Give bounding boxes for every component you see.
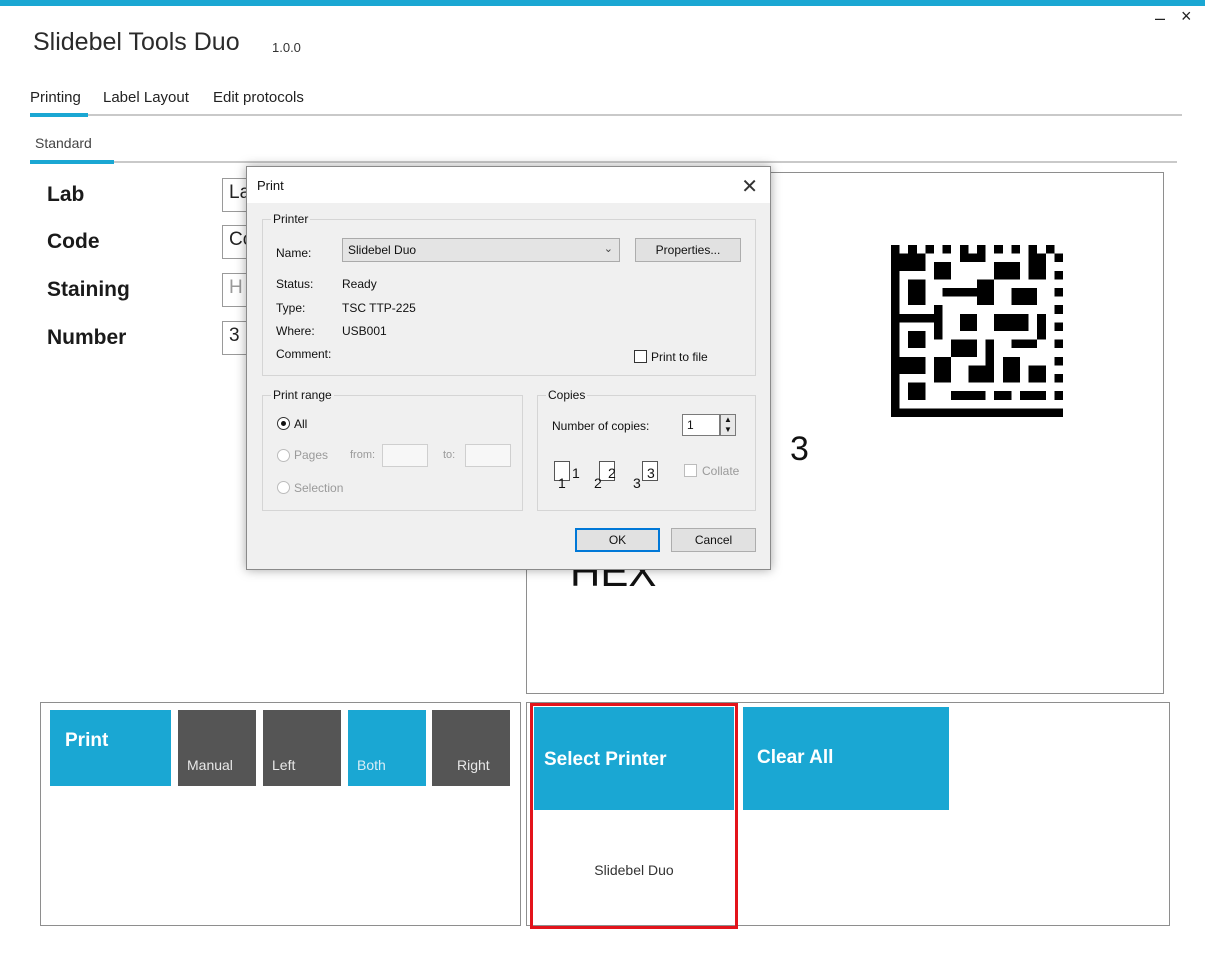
range-pages-radio[interactable] — [277, 449, 290, 462]
collate-num-2b: 2 — [608, 465, 616, 481]
mode-manual-label: Manual — [187, 757, 233, 773]
range-selection-label: Selection — [294, 481, 344, 495]
printer-group-label: Printer — [271, 212, 311, 226]
range-selection-radio[interactable] — [277, 481, 290, 494]
collate-num-1b: 1 — [572, 465, 580, 481]
copies-group: Copies — [537, 388, 756, 511]
collate-num-2a: 2 — [594, 475, 602, 491]
code-label: Code — [47, 230, 100, 253]
menu-printing[interactable]: Printing — [30, 89, 81, 106]
range-pages-label: Pages — [294, 448, 329, 462]
mode-both-button[interactable]: Both — [348, 710, 426, 786]
properties-button[interactable]: Properties... — [635, 238, 741, 262]
num-copies-input[interactable]: 1 — [682, 414, 720, 436]
range-to-input[interactable] — [465, 444, 511, 467]
subtab-active-indicator — [30, 160, 114, 164]
menu-active-indicator — [30, 113, 88, 117]
mode-both-label: Both — [357, 757, 386, 773]
staining-label: Staining — [47, 278, 130, 301]
printer-name-value: Slidebel Duo — [348, 243, 417, 257]
collate-label: Collate — [702, 464, 740, 478]
dialog-titlebar: Print ✕ — [247, 167, 770, 203]
subtab-divider — [30, 161, 1177, 163]
mode-left-label: Left — [272, 757, 296, 773]
menu-edit-protocols[interactable]: Edit protocols — [213, 89, 304, 106]
preview-number: 3 — [790, 430, 809, 468]
clear-all-button[interactable]: Clear All — [743, 707, 949, 810]
datamatrix-icon — [891, 245, 1063, 417]
print-to-file-checkbox[interactable] — [634, 350, 647, 363]
print-dialog: Print ✕ Printer Name: Slidebel Duo ⌄ Pro… — [246, 166, 771, 570]
print-to-file-label: Print to file — [651, 350, 708, 364]
chevron-down-icon: ⌄ — [603, 243, 613, 255]
mode-manual-button[interactable]: Manual — [178, 710, 256, 786]
collate-num-3b: 3 — [647, 465, 655, 481]
minimize-button[interactable]: – — [1155, 8, 1165, 29]
name-label: Name: — [276, 246, 312, 260]
tab-standard[interactable]: Standard — [35, 135, 92, 151]
app-version: 1.0.0 — [272, 40, 301, 55]
lab-label: Lab — [47, 183, 85, 206]
type-value: TSC TTP-225 — [342, 301, 416, 315]
dialog-close-icon[interactable]: ✕ — [741, 174, 758, 199]
print-range-label: Print range — [271, 388, 334, 402]
status-label: Status: — [276, 277, 314, 291]
printer-name-select[interactable]: Slidebel Duo ⌄ — [342, 238, 620, 262]
menu-divider — [30, 114, 1182, 116]
copies-spinner[interactable]: ▲ ▼ — [720, 414, 736, 436]
window-accent-bar — [0, 0, 1205, 6]
collate-checkbox[interactable] — [684, 464, 697, 477]
menu-label-layout[interactable]: Label Layout — [103, 89, 189, 106]
range-all-radio[interactable] — [277, 417, 290, 430]
select-printer-button[interactable]: Select Printer — [534, 707, 734, 810]
collate-num-3a: 3 — [633, 475, 641, 491]
num-copies-label: Number of copies: — [552, 419, 650, 433]
close-button[interactable]: × — [1181, 6, 1192, 27]
range-from-label: from: — [350, 449, 376, 461]
collate-num-1a: 1 — [558, 475, 566, 491]
range-from-input[interactable] — [382, 444, 428, 467]
status-value: Ready — [342, 277, 377, 291]
comment-label: Comment: — [276, 347, 332, 361]
type-label: Type: — [276, 301, 306, 315]
ok-button[interactable]: OK — [575, 528, 660, 552]
where-label: Where: — [276, 324, 315, 338]
range-all-label: All — [294, 417, 308, 431]
copies-label: Copies — [546, 388, 588, 402]
cancel-button[interactable]: Cancel — [671, 528, 756, 552]
where-value: USB001 — [342, 324, 387, 338]
range-to-label: to: — [443, 449, 456, 461]
number-label: Number — [47, 326, 127, 349]
app-title: Slidebel Tools Duo — [33, 28, 240, 56]
print-button[interactable]: Print — [50, 710, 171, 786]
mode-right-label: Right — [457, 757, 490, 773]
dialog-title: Print — [257, 178, 284, 193]
mode-left-button[interactable]: Left — [263, 710, 341, 786]
mode-right-button[interactable]: Right — [432, 710, 510, 786]
num-copies-value: 1 — [687, 418, 694, 432]
selected-printer-name: Slidebel Duo — [594, 862, 674, 878]
